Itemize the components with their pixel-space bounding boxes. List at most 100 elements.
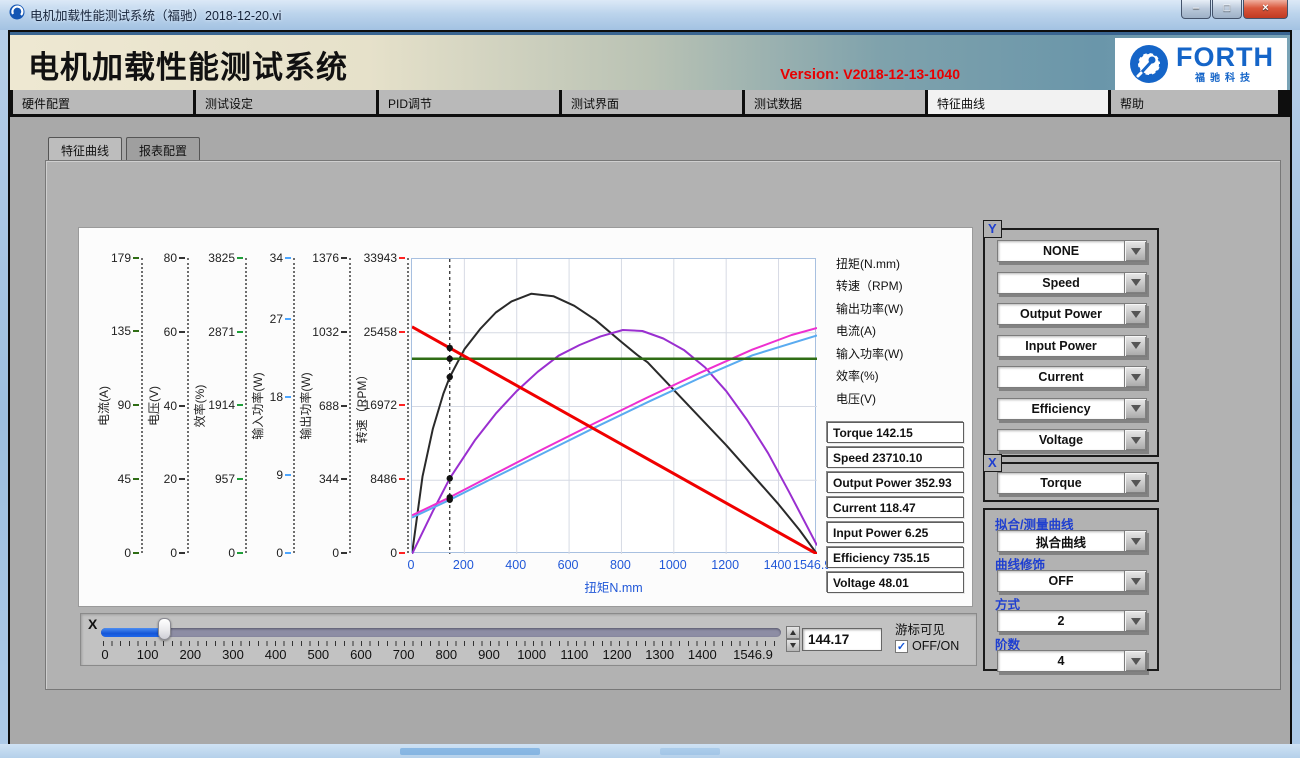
dropdown-button[interactable] [1125, 610, 1147, 632]
dropdown-button[interactable] [1125, 650, 1147, 672]
dropdown-curve-decoration[interactable]: OFF [997, 570, 1147, 592]
slider-tick-label: 1400 [688, 647, 717, 662]
chevron-down-icon [1131, 538, 1141, 545]
chevron-down-icon [1131, 658, 1141, 665]
dropdown-value: NONE [997, 240, 1125, 262]
axis-tick-label: 1914 [189, 398, 243, 412]
x-select-torque[interactable]: Torque [997, 472, 1147, 494]
x-axis-selector-panel: X Torque [983, 462, 1159, 502]
spinner-up-button[interactable] [786, 626, 800, 639]
slider-tick-label: 1200 [603, 647, 632, 662]
x-tick-label: 1000 [659, 558, 687, 572]
axis-minor-ticks [407, 258, 409, 553]
down-arrow-icon [790, 643, 796, 648]
sub-tab-bar: 特征曲线报表配置 [48, 137, 200, 160]
company-logo: FORTH 福驰科技 [1115, 38, 1287, 90]
plot-area[interactable] [411, 258, 816, 553]
dropdown-button[interactable] [1125, 303, 1147, 325]
cursor-x-value[interactable]: 144.17 [802, 628, 882, 651]
cursor-visible-checkbox[interactable]: ✓ [895, 640, 908, 653]
dropdown-value: Output Power [997, 303, 1125, 325]
tab-hardware-config[interactable]: 硬件配置 [13, 90, 193, 114]
y-select-speed[interactable]: Speed [997, 272, 1147, 294]
dropdown-button[interactable] [1125, 240, 1147, 262]
y-select-voltage[interactable]: Voltage [997, 429, 1147, 451]
slider-tick-label: 400 [265, 647, 287, 662]
axis-tick-label: 9 [247, 468, 291, 482]
dropdown-value: 2 [997, 610, 1125, 632]
tab-pid-tuning[interactable]: PID调节 [379, 90, 559, 114]
chart-panel: 电流(A)17913590450电压(V)806040200效率(%)38252… [78, 227, 973, 607]
tab-help[interactable]: 帮助 [1111, 90, 1278, 114]
gauge-icon [1128, 43, 1170, 85]
dropdown-method[interactable]: 2 [997, 610, 1147, 632]
tab-test-setup[interactable]: 测试设定 [196, 90, 376, 114]
chevron-down-icon [1131, 311, 1141, 318]
dropdown-button[interactable] [1125, 398, 1147, 420]
app-icon [9, 4, 25, 20]
tab-test-data[interactable]: 测试数据 [745, 90, 925, 114]
dropdown-button[interactable] [1125, 530, 1147, 552]
axis-tick-label: 0 [295, 546, 347, 560]
axis-tick-label: 0 [143, 546, 185, 560]
dropdown-button[interactable] [1125, 366, 1147, 388]
maximize-button[interactable]: □ [1212, 0, 1242, 19]
y-select-current[interactable]: Current [997, 366, 1147, 388]
axis-tick-label: 40 [143, 399, 185, 413]
axis-tick-label: 60 [143, 325, 185, 339]
axis-tick-label: 33943 [351, 251, 405, 265]
axis-tick-label: 0 [351, 546, 405, 560]
chevron-down-icon [1131, 342, 1141, 349]
y-axis-speed: 转速（RPM）33943254581697284860 [351, 258, 409, 553]
legend-label: 输入功率(W) [836, 345, 903, 362]
close-button[interactable]: × [1243, 0, 1288, 19]
dropdown-button[interactable] [1125, 429, 1147, 451]
dropdown-value: 4 [997, 650, 1125, 672]
x-tick-label: 800 [610, 558, 631, 572]
y-select-output-power[interactable]: Output Power [997, 303, 1147, 325]
axis-tick-label: 688 [295, 399, 347, 413]
tab-test-ui[interactable]: 测试界面 [562, 90, 742, 114]
axis-tick-label: 0 [93, 546, 139, 560]
x-axis-label: 扭矩N.mm [411, 577, 816, 596]
minimize-button[interactable]: – [1181, 0, 1211, 19]
chevron-down-icon [1131, 480, 1141, 487]
title-bar[interactable]: 电机加载性能测试系统（福驰）2018-12-20.vi – □ × [0, 0, 1300, 30]
dropdown-value: OFF [997, 570, 1125, 592]
dropdown-value: Voltage [997, 429, 1125, 451]
cursor-marker [447, 497, 453, 503]
slider-tick-label: 800 [435, 647, 457, 662]
slider-thumb[interactable] [158, 618, 171, 640]
y-panel-chip: Y [983, 220, 1002, 238]
y-select-efficiency[interactable]: Efficiency [997, 398, 1147, 420]
y-select-input-power[interactable]: Input Power [997, 335, 1147, 357]
slider-tick-labels: 0100200300400500600700800900100011001200… [81, 647, 841, 663]
y-axis-title-input-power: 输入功率(W) [249, 372, 266, 439]
page-title: 电机加载性能测试系统 [28, 42, 348, 87]
y-axis-voltage: 电压(V)806040200 [143, 258, 189, 553]
spinner-down-button[interactable] [786, 639, 800, 652]
legend-label: 输出功率(W) [836, 300, 903, 317]
fit-options-panel: 拟合/测量曲线拟合曲线曲线修饰OFF方式2阶数4 [983, 508, 1159, 671]
dropdown-button[interactable] [1125, 335, 1147, 357]
axis-tick-label: 90 [93, 398, 139, 412]
readout-speed: Speed 23710.10 [827, 447, 964, 468]
x-tick-label: 200 [453, 558, 474, 572]
dropdown-button[interactable] [1125, 570, 1147, 592]
axis-tick-label: 957 [189, 472, 243, 486]
chevron-down-icon [1131, 374, 1141, 381]
dropdown-button[interactable] [1125, 472, 1147, 494]
slider-tick-label: 700 [393, 647, 415, 662]
cursor-slider-panel: X 01002003004005006007008009001000110012… [80, 613, 977, 666]
y-select-none[interactable]: NONE [997, 240, 1147, 262]
dropdown-order[interactable]: 4 [997, 650, 1147, 672]
slider-track[interactable] [101, 628, 781, 637]
x-tick-label: 400 [505, 558, 526, 572]
dropdown-fit-measure-curve[interactable]: 拟合曲线 [997, 530, 1147, 552]
tab-characteristic-curve[interactable]: 特征曲线 [928, 90, 1108, 114]
axis-tick-label: 45 [93, 472, 139, 486]
subtab-report-config[interactable]: 报表配置 [126, 137, 200, 160]
subtab-characteristic-curve[interactable]: 特征曲线 [48, 137, 122, 160]
slider-tick-label: 500 [307, 647, 329, 662]
dropdown-button[interactable] [1125, 272, 1147, 294]
